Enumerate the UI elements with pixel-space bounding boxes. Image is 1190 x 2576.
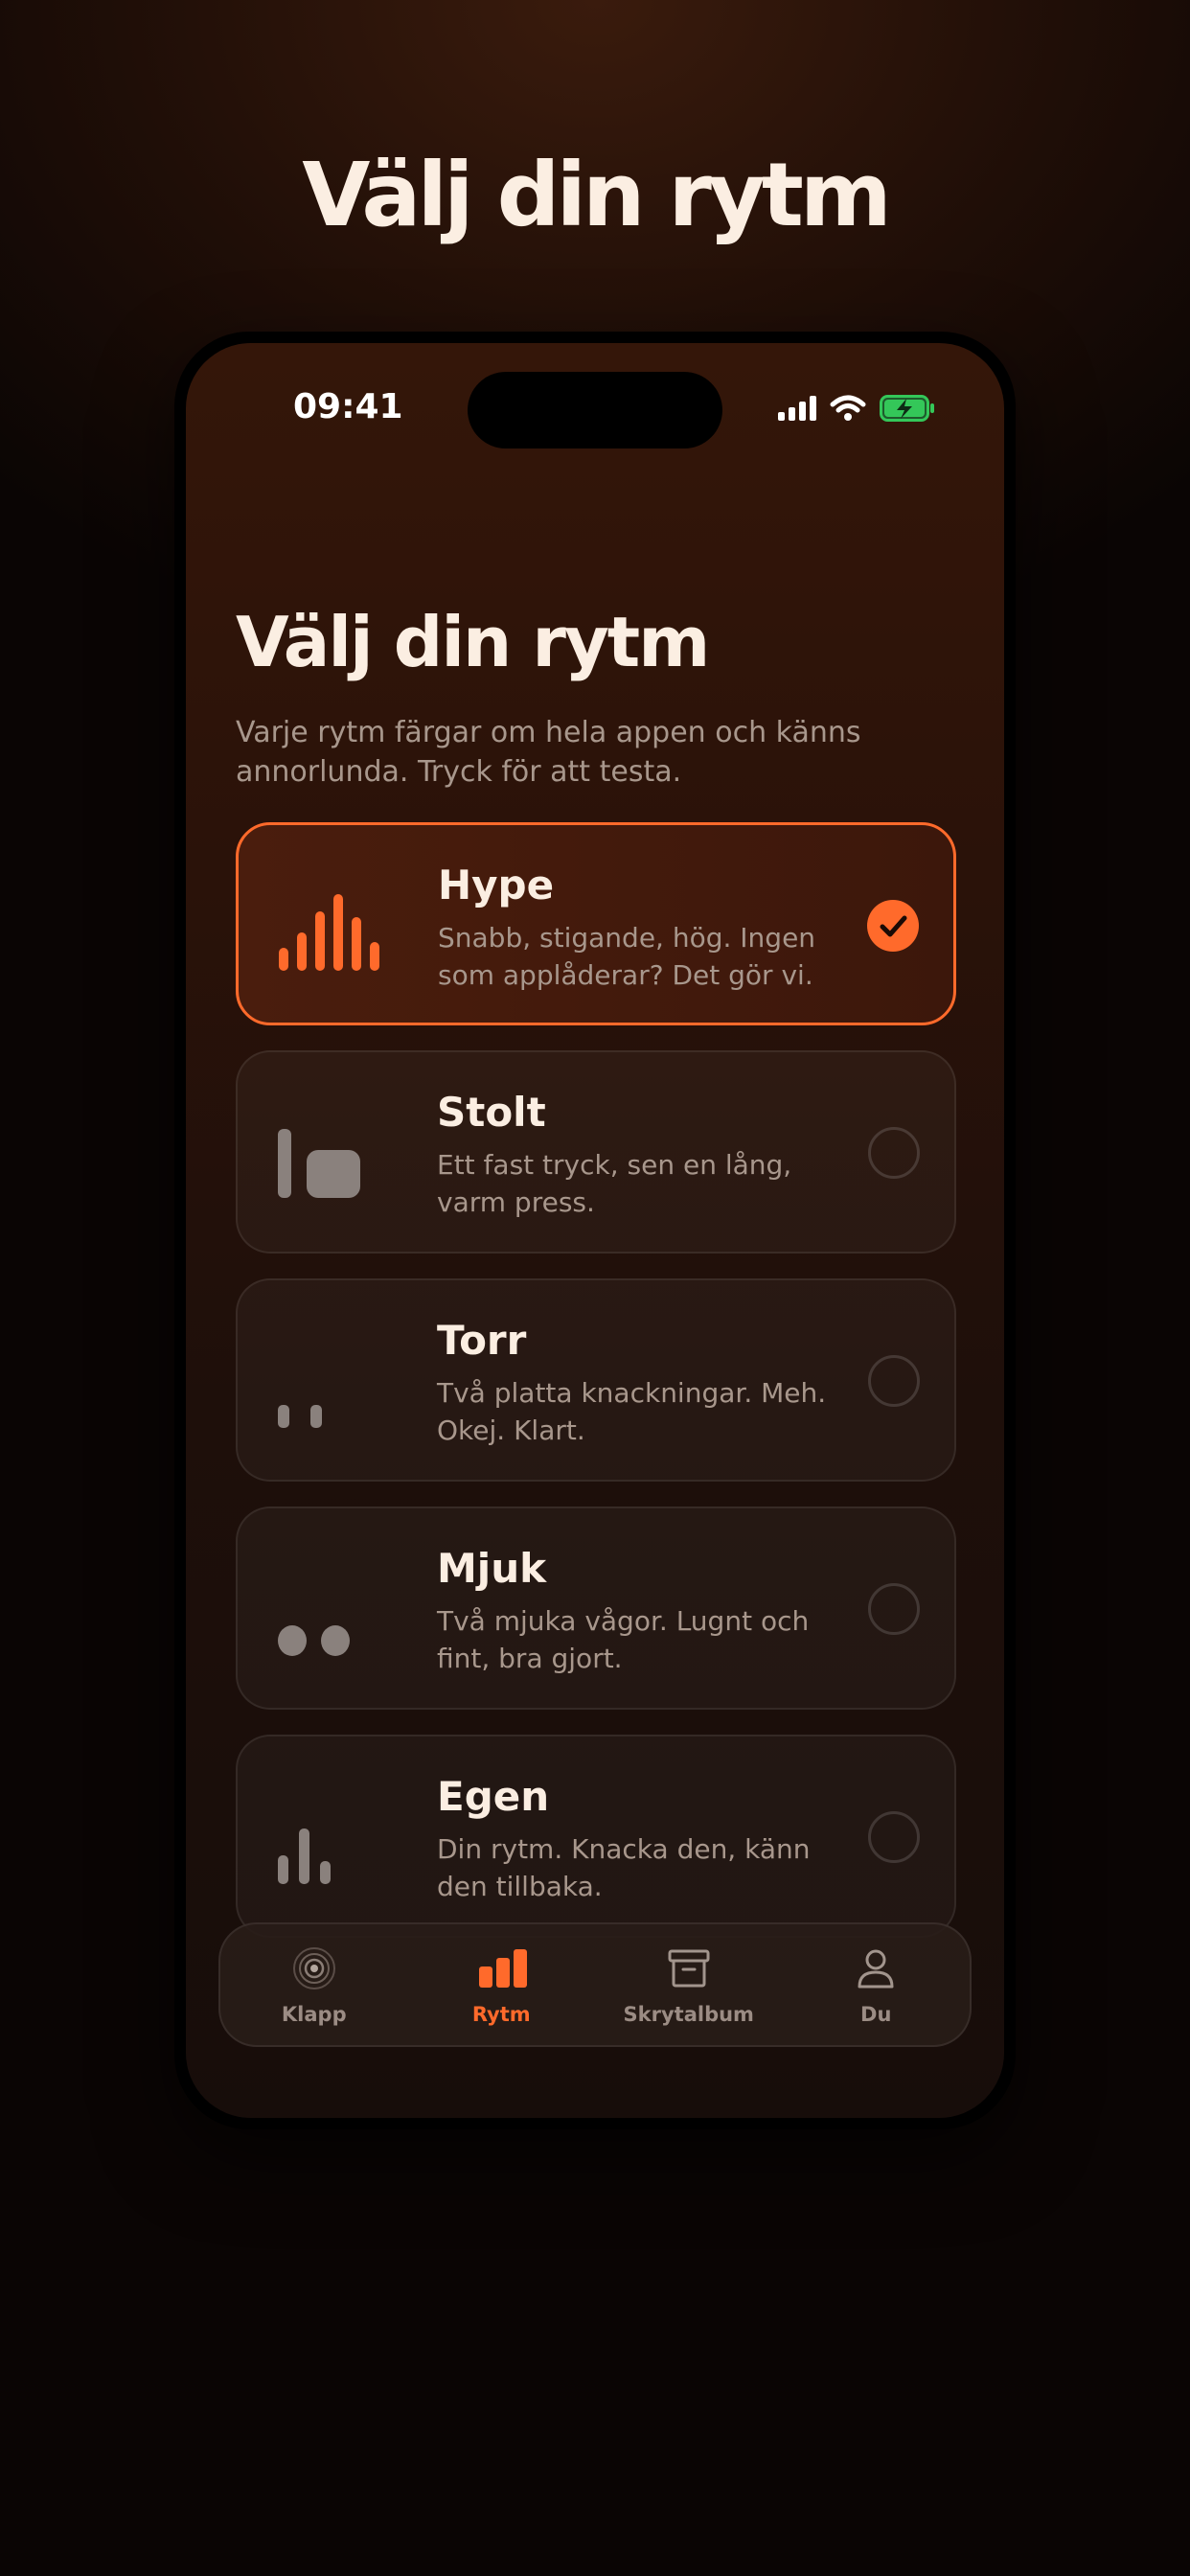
tab-skrytalbum[interactable]: Skrytalbum <box>595 1924 783 2045</box>
rhythm-card-egen[interactable]: Egen Din rytm. Knacka den, känn den till… <box>236 1735 956 1938</box>
status-time: 09:41 <box>293 387 403 426</box>
rhythm-description: Ett fast tryck, sen en lång, varm press. <box>437 1149 792 1218</box>
person-icon <box>858 1949 894 1989</box>
tab-label: Du <box>860 2003 892 2026</box>
tab-bar: Klapp Rytm Skrytalbum Du <box>218 1922 972 2047</box>
rhythm-name: Egen <box>437 1773 550 1820</box>
dynamic-island <box>468 372 722 448</box>
custom-bars-icon <box>278 1828 331 1884</box>
rhythm-card-mjuk[interactable]: Mjuk Två mjuka vågor. Lugnt och fint, br… <box>236 1506 956 1710</box>
two-soft-dots-icon <box>278 1625 350 1656</box>
rhythm-name: Torr <box>437 1317 527 1364</box>
archive-box-icon <box>668 1949 710 1988</box>
status-icons <box>778 395 935 422</box>
rhythm-description: Snabb, stigande, hög. Ingen som applåder… <box>438 922 816 991</box>
rising-bars-icon <box>279 894 379 971</box>
tab-label: Klapp <box>281 2003 347 2026</box>
radio-button[interactable] <box>868 1355 920 1407</box>
rhythm-card-stolt[interactable]: Stolt Ett fast tryck, sen en lång, varm … <box>236 1050 956 1254</box>
rhythm-name: Mjuk <box>437 1545 547 1592</box>
tab-rytm[interactable]: Rytm <box>408 1924 596 2045</box>
hero-title: Välj din rytm <box>302 144 891 246</box>
rhythm-description: Två mjuka vågor. Lugnt och fint, bra gjo… <box>437 1605 810 1674</box>
bars-icon <box>479 1949 528 1988</box>
wifi-icon <box>830 395 866 421</box>
radio-button[interactable] <box>868 1583 920 1635</box>
rhythm-name: Hype <box>438 862 555 908</box>
screen-subtitle: Varje rytm färgar om hela appen och känn… <box>236 716 861 789</box>
rhythm-name: Stolt <box>437 1089 546 1136</box>
tab-label: Skrytalbum <box>623 2003 754 2026</box>
phone-frame: 09:41 Välj din rytm Varje rytm färgar om <box>174 332 1016 2129</box>
battery-charging-icon <box>880 395 934 422</box>
checkmark-icon <box>880 915 907 937</box>
rhythm-description: Din rytm. Knacka den, känn den tillbaka. <box>437 1833 811 1902</box>
tab-du[interactable]: Du <box>783 1924 971 2045</box>
cellular-signal-icon <box>778 396 816 421</box>
radio-button[interactable] <box>868 1127 920 1179</box>
tap-press-icon <box>278 1129 360 1198</box>
two-flat-taps-icon <box>278 1405 322 1428</box>
radio-button[interactable] <box>868 1811 920 1863</box>
phone-screen: 09:41 Välj din rytm Varje rytm färgar om <box>186 343 1004 2118</box>
rhythm-card-torr[interactable]: Torr Två platta knackningar. Meh. Okej. … <box>236 1278 956 1482</box>
tab-klapp[interactable]: Klapp <box>220 1924 408 2045</box>
screen-title: Välj din rytm <box>236 602 710 682</box>
tab-label: Rytm <box>471 2003 531 2026</box>
ripple-icon <box>292 1947 335 1990</box>
rhythm-description: Två platta knackningar. Meh. Okej. Klart… <box>437 1377 827 1446</box>
rhythm-card-hype[interactable]: Hype Snabb, stigande, hög. Ingen som app… <box>236 822 956 1025</box>
selected-check[interactable] <box>867 900 919 952</box>
